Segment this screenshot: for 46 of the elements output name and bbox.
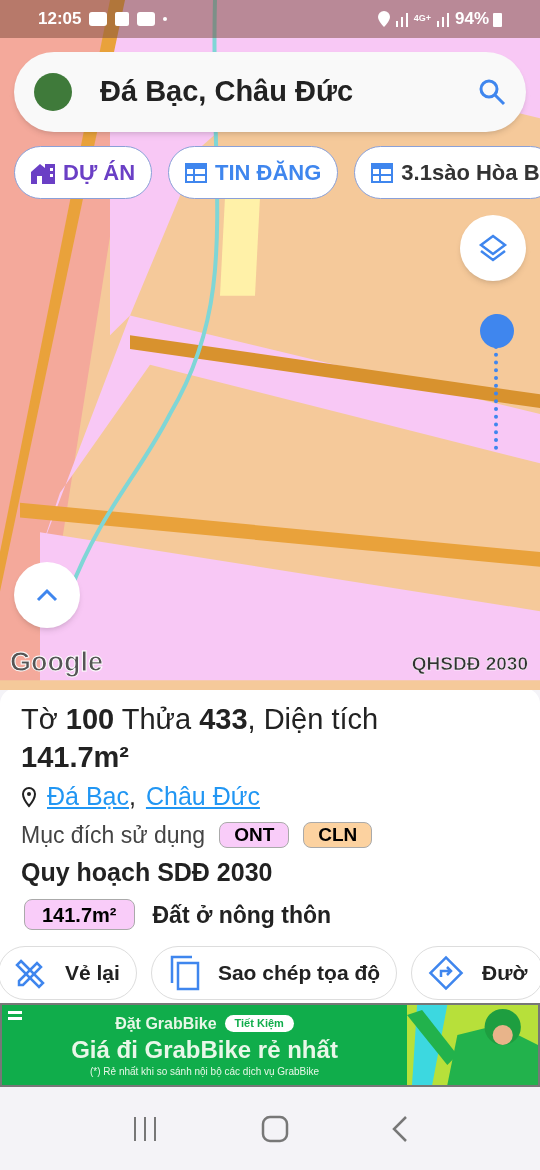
chat-app-icon bbox=[137, 12, 156, 26]
signal-icon bbox=[393, 11, 410, 27]
battery-percent: 94% bbox=[454, 8, 489, 31]
action-button[interactable]: Vẻ lại bbox=[0, 946, 137, 1000]
purpose-label: Mục đích sử dụng bbox=[21, 820, 206, 850]
parcel-title: Tờ 100 Thửa 433, Diện tích 141.7m² bbox=[21, 702, 380, 775]
back-icon[interactable] bbox=[392, 1114, 409, 1143]
filter-chip[interactable]: TIN ĐĂNG bbox=[168, 146, 339, 199]
house-icon bbox=[31, 161, 55, 184]
directions-icon bbox=[428, 955, 465, 991]
plan-title: Quy hoạch SDĐ 2030 bbox=[21, 857, 274, 888]
ad-footnote: (*) Rẻ nhất khi so sánh nội bộ các dịch vụ GrabBike bbox=[90, 1064, 319, 1079]
dot-icon bbox=[163, 17, 168, 21]
status-time: 12:05 bbox=[38, 8, 82, 31]
map-layer-label: QHSDĐ 2030 bbox=[411, 652, 528, 676]
image-icon bbox=[115, 12, 130, 26]
action-button[interactable]: Sao chép tọa độ bbox=[150, 946, 398, 1000]
ad-title: Giá đi GrabBike rẻ nhất bbox=[71, 1035, 338, 1064]
layers-icon bbox=[477, 232, 509, 264]
menu-icon[interactable] bbox=[8, 1011, 22, 1021]
calendar-icon bbox=[185, 162, 208, 183]
chat-app-icon bbox=[89, 12, 108, 26]
land-use-name: Đất ở nông thôn bbox=[152, 900, 332, 930]
search-icon[interactable] bbox=[478, 78, 506, 106]
land-use-tag: CLN bbox=[303, 821, 373, 848]
area-tag: 141.7m² bbox=[24, 899, 135, 931]
battery-icon bbox=[493, 11, 502, 27]
filter-chip[interactable]: DỰ ÁN bbox=[14, 146, 153, 199]
location-icon bbox=[377, 11, 390, 27]
search-bar[interactable]: Đá Bạc, Châu Đức bbox=[14, 52, 526, 132]
location-pin-icon bbox=[21, 785, 37, 808]
chevron-up-icon bbox=[36, 588, 58, 602]
avatar bbox=[34, 73, 72, 111]
search-field[interactable]: Đá Bạc, Châu Đức bbox=[100, 70, 450, 114]
signal-icon bbox=[434, 11, 451, 27]
network-type: 4G+ bbox=[413, 12, 431, 26]
separator: , bbox=[129, 781, 136, 812]
recent-apps-icon[interactable] bbox=[131, 1115, 158, 1142]
pencil-ruler-icon bbox=[15, 957, 47, 989]
home-icon[interactable] bbox=[261, 1114, 289, 1143]
ad-headline: Đặt GrabBike bbox=[115, 1013, 217, 1034]
land-use-tag: ONT bbox=[219, 821, 290, 848]
calendar-icon bbox=[371, 162, 394, 183]
action-button[interactable]: Đườ bbox=[411, 946, 540, 1000]
ad-badge: Tiết Kiệm bbox=[224, 1015, 294, 1032]
filter-chip[interactable]: 3.1sào Hòa B bbox=[354, 146, 540, 199]
